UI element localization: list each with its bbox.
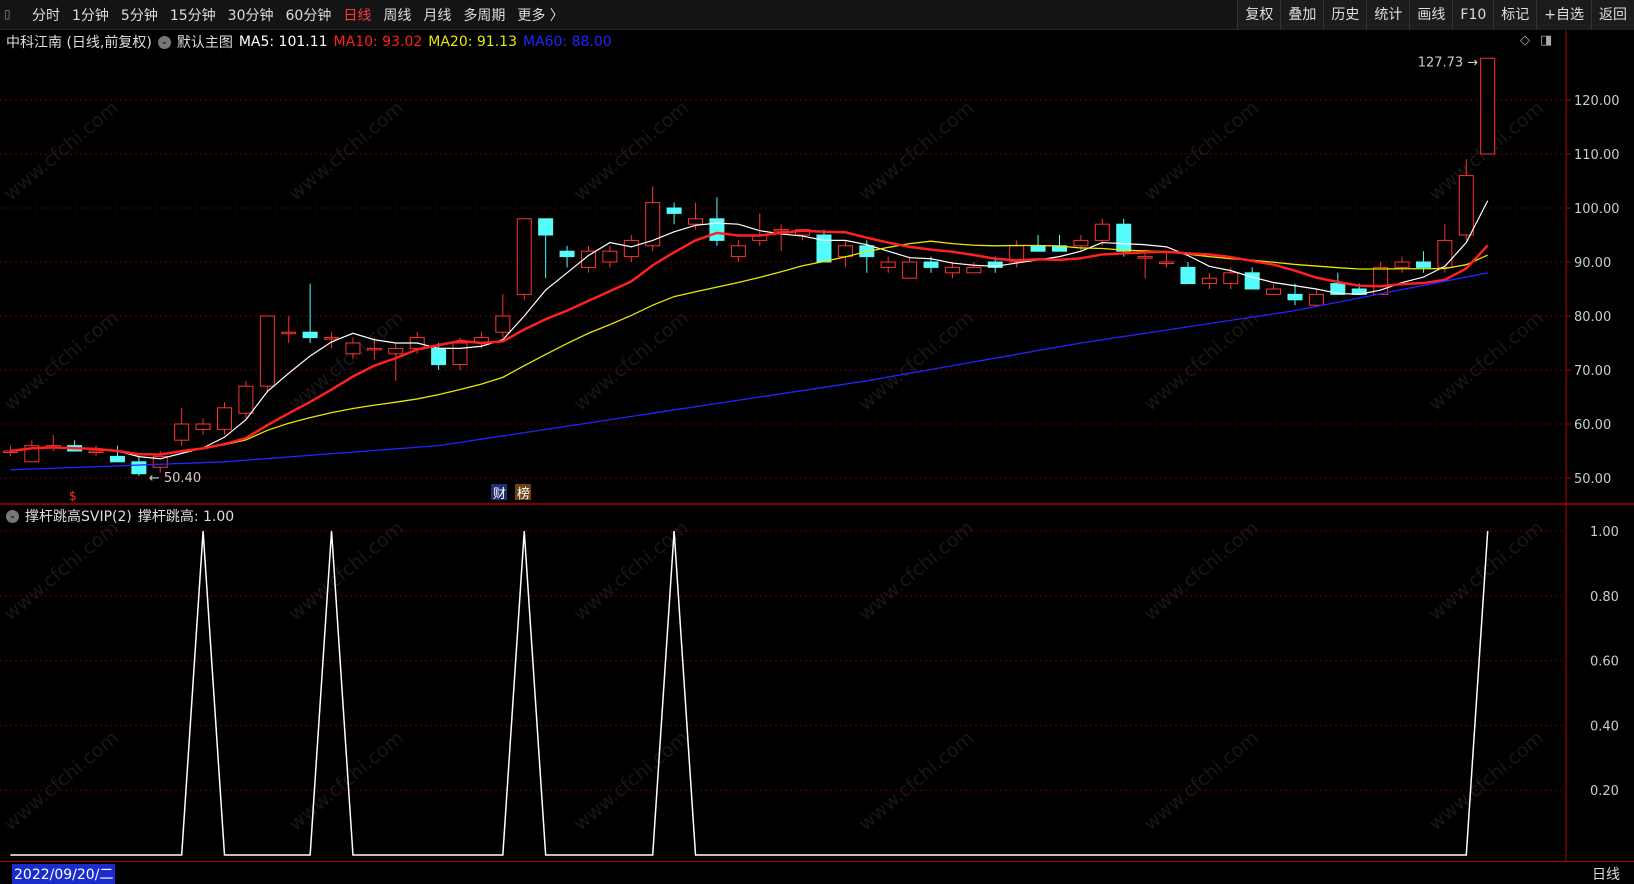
candle-body xyxy=(1415,261,1431,268)
candle-body xyxy=(452,342,468,366)
candle-body xyxy=(1394,261,1410,268)
candle-body xyxy=(1094,223,1110,241)
price-label: 60.00 xyxy=(1574,418,1611,433)
candle-body xyxy=(495,315,511,333)
candle-body xyxy=(602,250,618,263)
candle-body xyxy=(1437,239,1453,268)
candle-body xyxy=(880,261,896,268)
candle-body xyxy=(709,218,725,241)
candle-body xyxy=(688,218,704,225)
candle-body xyxy=(388,347,404,355)
candle-body xyxy=(966,266,982,274)
candle-body xyxy=(1223,272,1239,285)
indicator-axis-label: 0.60 xyxy=(1590,655,1619,670)
rank-badge-label: 榜 xyxy=(517,486,530,502)
indicator-axis-label: 1.00 xyxy=(1590,525,1619,540)
price-label: 90.00 xyxy=(1574,256,1611,271)
candle-body xyxy=(1308,293,1324,306)
candle-body xyxy=(902,261,918,279)
price-label: 120.00 xyxy=(1574,94,1620,109)
date-axis: 2022/09/20/二 日线 xyxy=(0,861,1634,884)
candle-body xyxy=(109,455,125,463)
candle-body xyxy=(131,461,147,475)
price-label: 50.00 xyxy=(1574,472,1611,487)
candle-body xyxy=(174,423,190,441)
current-date: 2022/09/20/二 xyxy=(12,864,116,884)
candle-body xyxy=(302,331,318,339)
candle-body xyxy=(281,331,297,335)
candle-body xyxy=(1480,57,1496,155)
price-label: 80.00 xyxy=(1574,310,1611,325)
candle-body xyxy=(1180,266,1196,285)
indicator-line xyxy=(10,530,1489,856)
candle-body xyxy=(1287,293,1303,301)
candle-body xyxy=(944,266,960,274)
candle-body xyxy=(217,407,232,430)
candle-body xyxy=(88,450,104,453)
fin-badge-label: 财 xyxy=(493,487,506,502)
candle-body xyxy=(1458,175,1474,236)
price-label: 100.00 xyxy=(1574,202,1620,217)
ma60-line xyxy=(10,272,1488,471)
candle-body xyxy=(431,347,447,366)
candle-body xyxy=(666,207,682,214)
dollar-marker: $ xyxy=(69,489,77,503)
candle-body xyxy=(345,342,361,355)
indicator-axis-label: 0.40 xyxy=(1590,719,1619,734)
indicator-axis-label: 0.80 xyxy=(1590,590,1619,605)
candle-body xyxy=(516,218,532,295)
candle-body xyxy=(366,347,382,351)
candle-body xyxy=(259,315,275,387)
candle-body xyxy=(730,245,746,258)
candle-body xyxy=(1266,288,1282,295)
candle-body xyxy=(623,239,639,258)
price-label: 70.00 xyxy=(1574,364,1611,379)
candle-body xyxy=(1201,277,1217,285)
indicator-axis-label: 0.20 xyxy=(1590,784,1619,799)
chart-canvas[interactable]: 120.00 110.00 100.00 90.00 80.00 70.00 60.00 50… xyxy=(0,0,1634,861)
candle-body xyxy=(195,423,211,430)
candle-body xyxy=(1030,245,1046,252)
candle-body xyxy=(538,218,554,236)
candle-body xyxy=(773,229,789,232)
candle-body xyxy=(1073,239,1089,247)
candle-body xyxy=(559,250,575,258)
candle-body xyxy=(1116,223,1132,252)
candle-body xyxy=(645,202,661,247)
high-price-label: 127.73 → xyxy=(1418,55,1479,70)
candle-body xyxy=(324,337,340,340)
candle-body xyxy=(923,261,939,268)
candle-body xyxy=(1137,256,1153,259)
low-price-label: ← 50.40 xyxy=(149,471,201,486)
price-label: 110.00 xyxy=(1574,148,1620,163)
candle-body xyxy=(238,385,254,414)
candle-body xyxy=(1159,261,1175,264)
period-label: 日线 xyxy=(1592,867,1620,883)
